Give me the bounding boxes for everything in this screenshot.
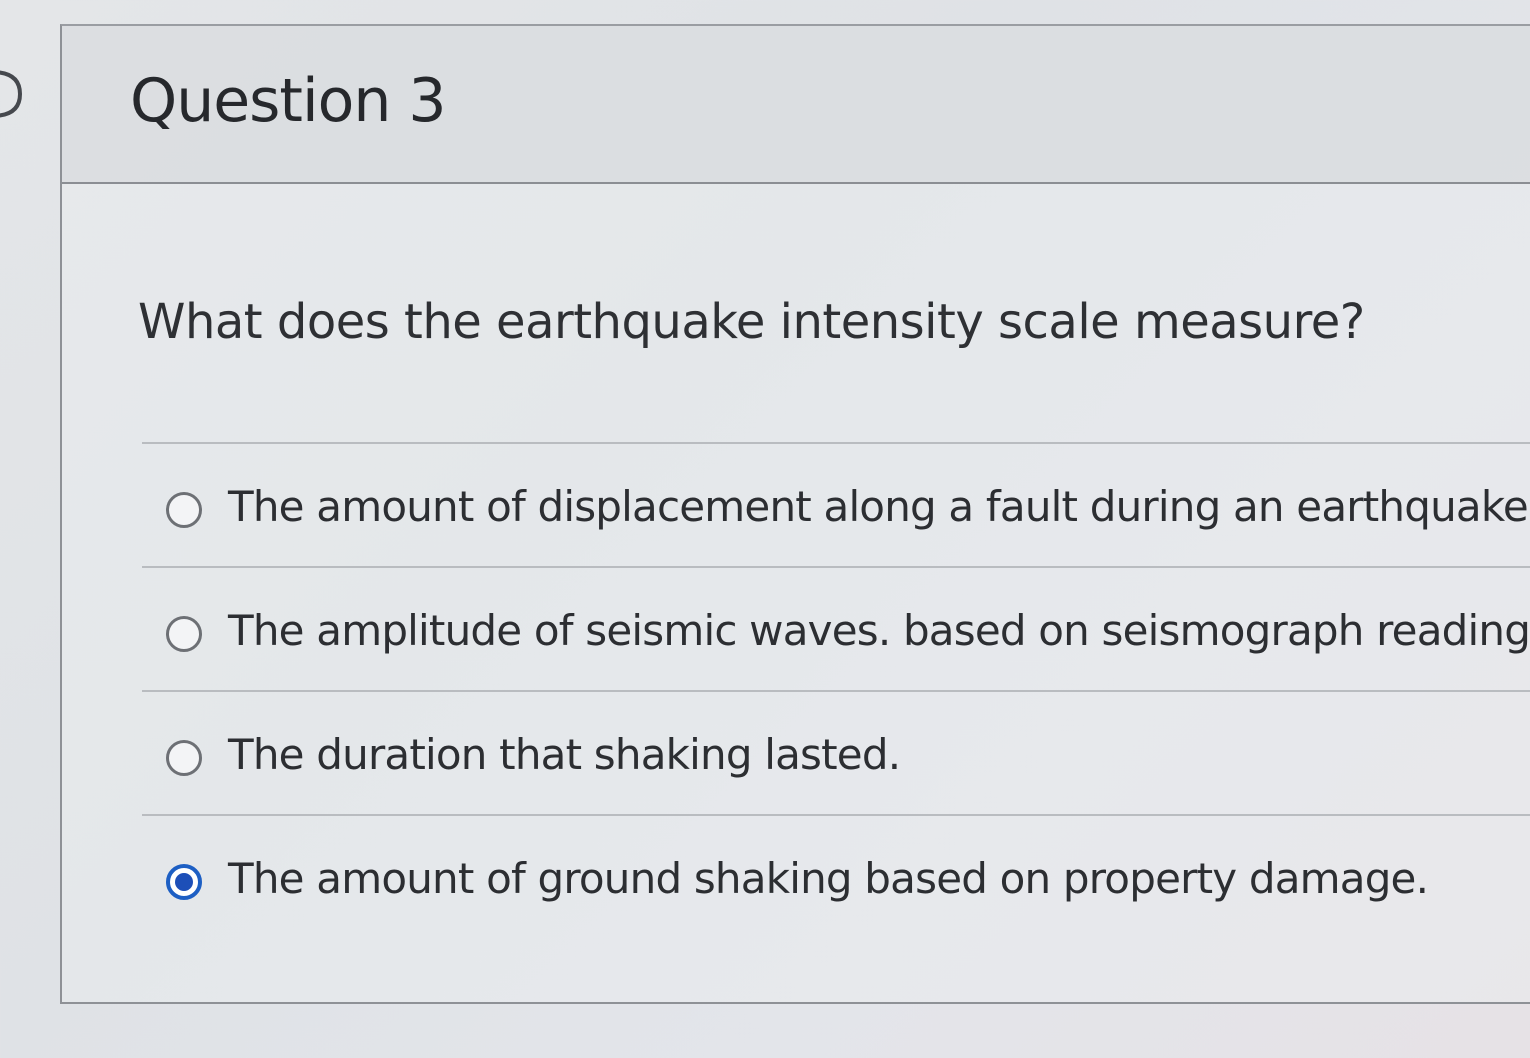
radio-button-selected[interactable]	[166, 864, 202, 900]
question-header: Question 3	[62, 26, 1530, 184]
answer-label: The amplitude of seismic waves. based on…	[228, 606, 1530, 655]
answer-label: The amount of displacement along a fault…	[228, 482, 1530, 531]
question-title: Question 3	[130, 66, 447, 136]
answer-option-4[interactable]: The amount of ground shaking based on pr…	[142, 814, 1530, 938]
radio-button-unselected[interactable]	[166, 740, 202, 776]
answer-label: The duration that shaking lasted.	[228, 730, 901, 779]
answer-list: The amount of displacement along a fault…	[142, 442, 1530, 938]
question-text: What does the earthquake intensity scale…	[138, 294, 1365, 350]
answer-option-3[interactable]: The duration that shaking lasted.	[142, 690, 1530, 814]
radio-button-unselected[interactable]	[166, 492, 202, 528]
question-card: Question 3 What does the earthquake inte…	[60, 24, 1530, 1004]
answer-label: The amount of ground shaking based on pr…	[228, 854, 1429, 903]
quiz-page: { "question": { "title": "Question 3", "…	[0, 0, 1530, 1058]
answer-option-2[interactable]: The amplitude of seismic waves. based on…	[142, 566, 1530, 690]
chevron-right-icon[interactable]	[0, 66, 26, 122]
radio-button-unselected[interactable]	[166, 616, 202, 652]
answer-option-1[interactable]: The amount of displacement along a fault…	[142, 442, 1530, 566]
